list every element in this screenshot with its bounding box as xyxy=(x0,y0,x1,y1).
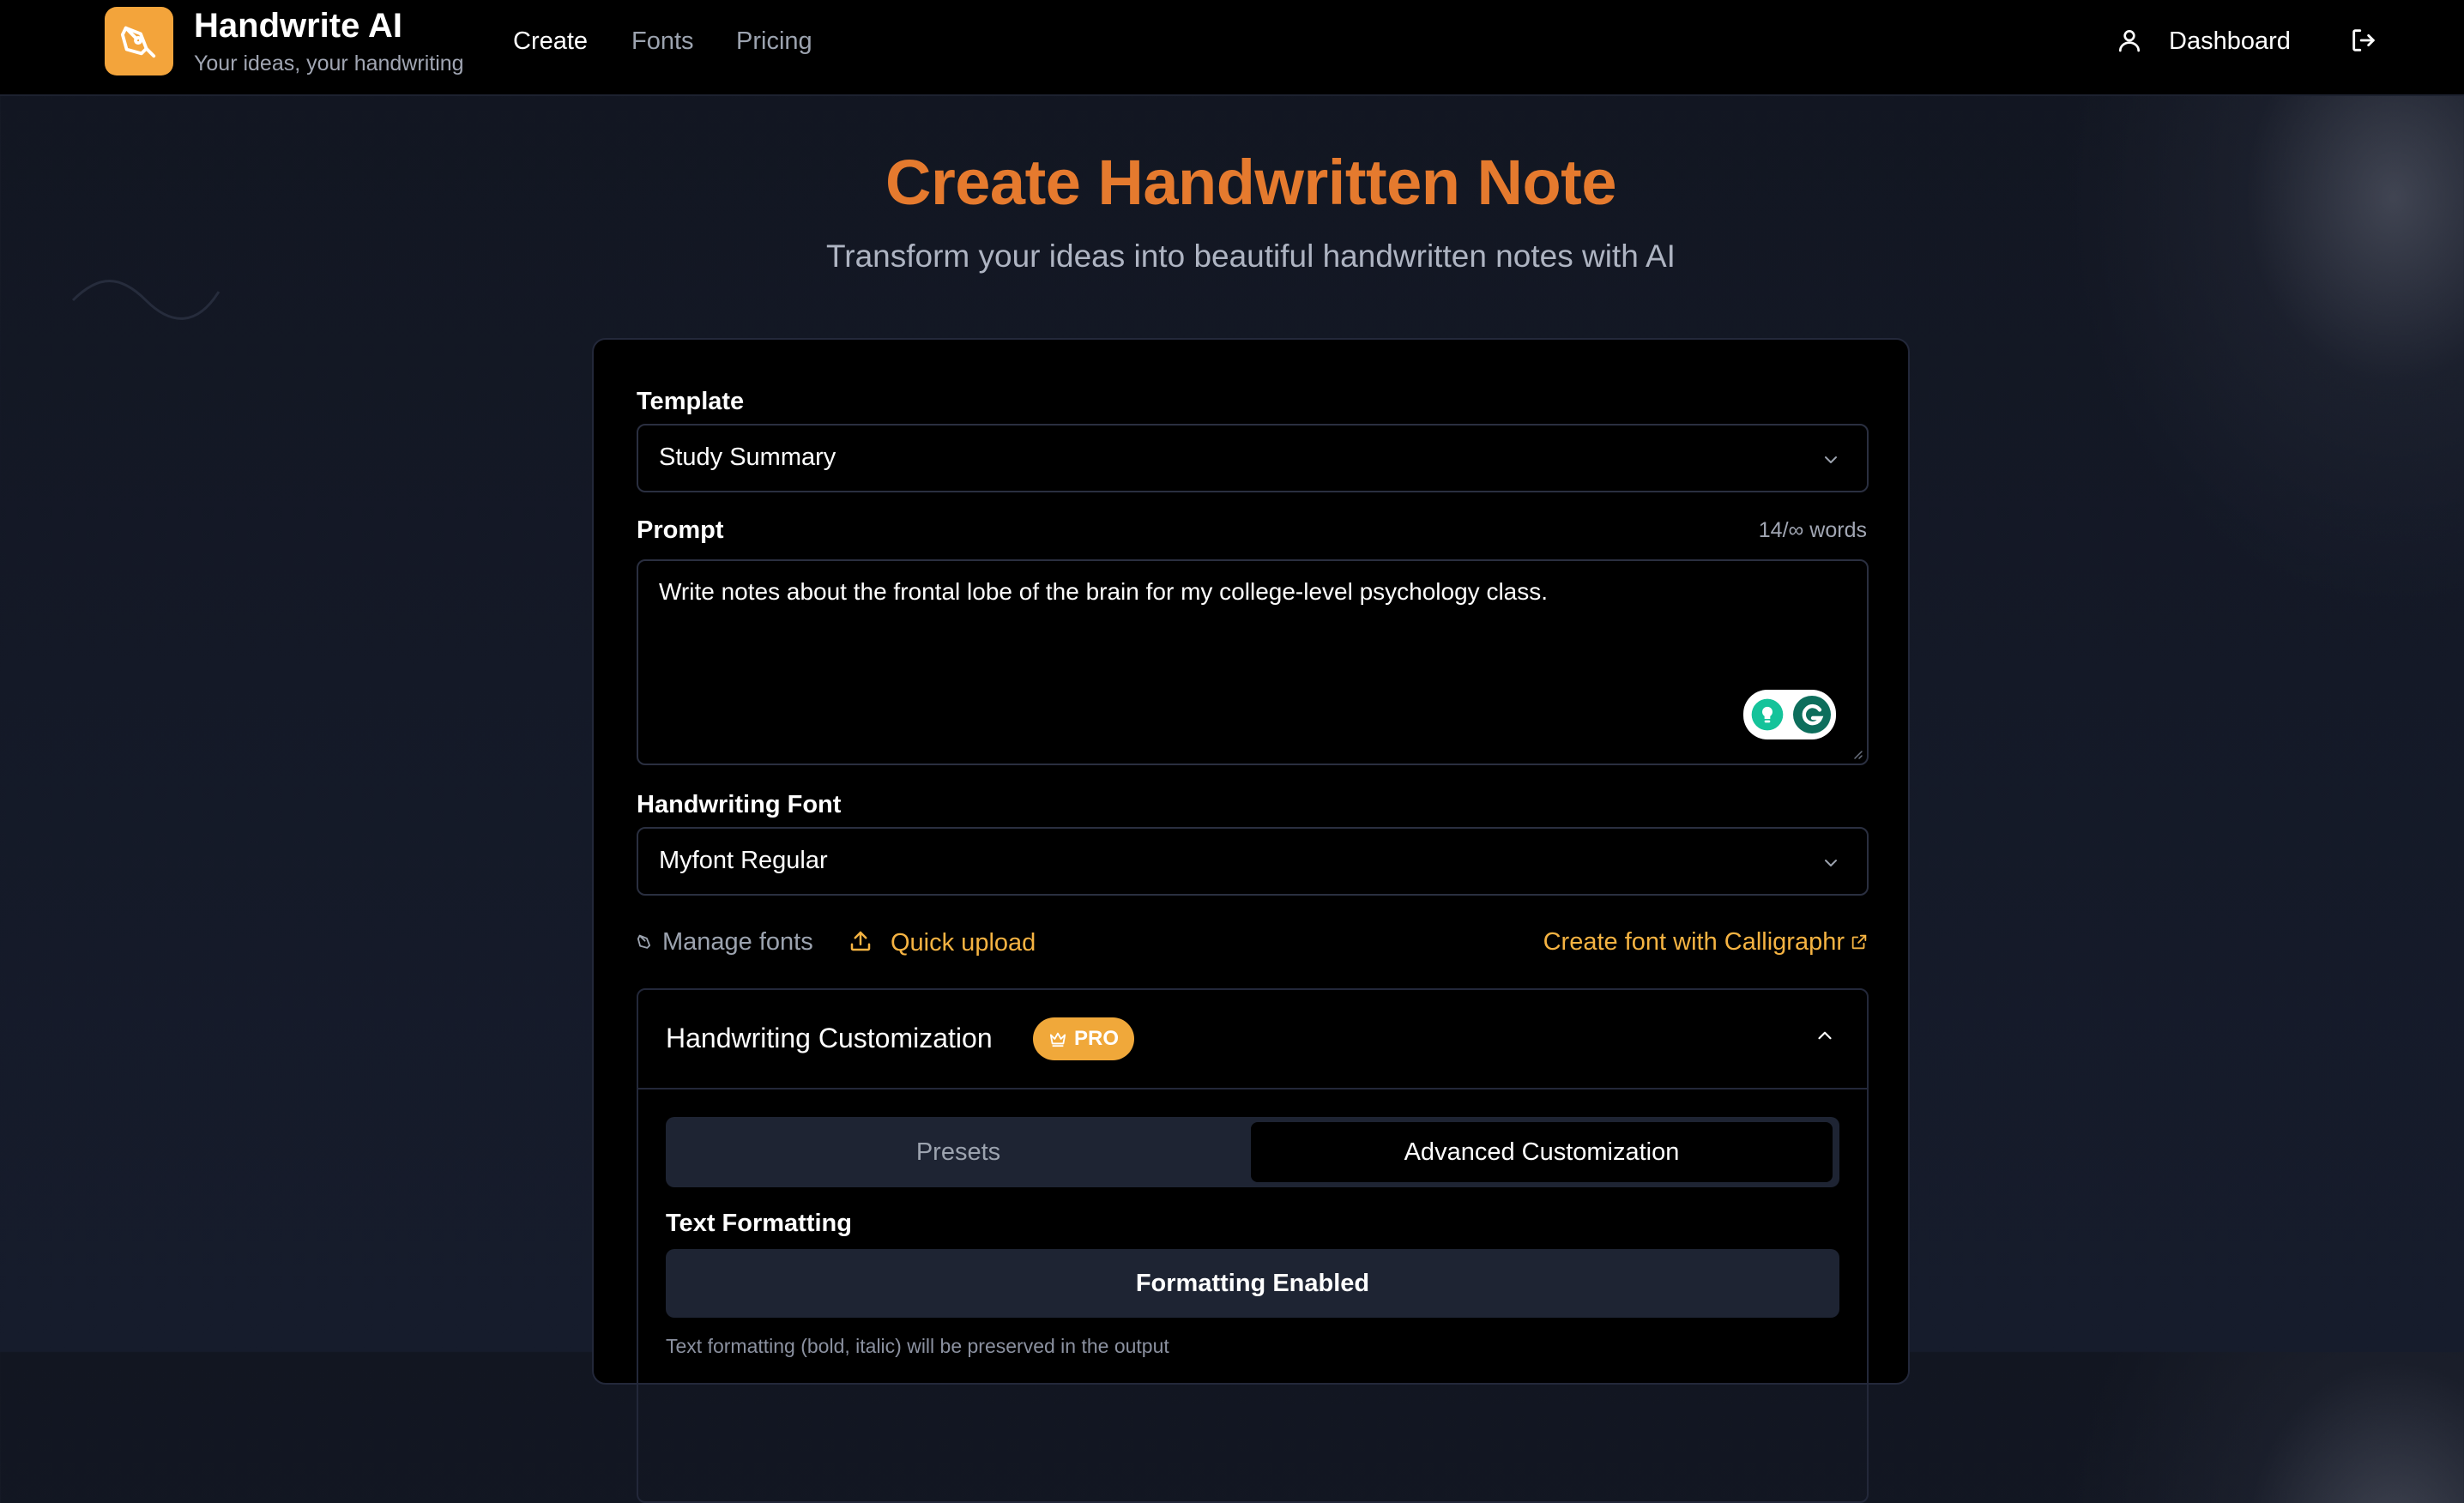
template-select[interactable]: Study Summary xyxy=(637,424,1869,492)
prompt-label: Prompt xyxy=(637,516,724,544)
pro-badge-label: PRO xyxy=(1073,1027,1119,1050)
external-link-icon xyxy=(1851,934,1867,950)
nav-pricing[interactable]: Pricing xyxy=(736,27,812,56)
chevron-down-icon xyxy=(1825,456,1837,463)
template-select-value: Study Summary xyxy=(659,444,836,471)
text-formatting-label: Text Formatting xyxy=(666,1210,852,1237)
font-actions: Manage fonts Quick upload Create font wi… xyxy=(637,928,1869,963)
customization-title: Handwriting Customization xyxy=(666,1023,993,1053)
top-navigation: Handwrite AI Your ideas, your handwritin… xyxy=(0,0,2464,96)
page-subtitle: Transform your ideas into beautiful hand… xyxy=(826,238,1676,274)
template-label: Template xyxy=(637,388,745,415)
pen-nib-icon xyxy=(120,26,156,58)
crown-icon xyxy=(1049,1032,1066,1047)
dashboard-link[interactable]: Dashboard xyxy=(2169,27,2291,56)
font-label: Handwriting Font xyxy=(637,791,842,818)
grammarly-widget[interactable] xyxy=(1743,690,1836,739)
upload-icon xyxy=(850,931,871,951)
customization-tabs: Presets Advanced Customization xyxy=(666,1117,1839,1187)
grammarly-logo-icon xyxy=(1793,696,1831,733)
formatting-toggle-button[interactable]: Formatting Enabled xyxy=(666,1249,1839,1318)
customization-header[interactable]: Handwriting Customization PRO xyxy=(638,990,1867,1090)
handwriting-customization-panel: Handwriting Customization PRO Presets Ad… xyxy=(637,988,1869,1503)
brand-tagline: Your ideas, your handwriting xyxy=(194,51,464,75)
chevron-up-icon[interactable] xyxy=(1814,1024,1836,1047)
font-select-value: Myfont Regular xyxy=(659,847,828,874)
manage-fonts-label: Manage fonts xyxy=(662,928,813,956)
formatting-note: Text formatting (bold, italic) will be p… xyxy=(666,1335,1169,1357)
page-title: Create Handwritten Note xyxy=(885,147,1616,218)
logout-icon[interactable] xyxy=(2349,26,2378,55)
prompt-text: Write notes about the frontal lobe of th… xyxy=(659,578,1549,605)
prompt-textarea[interactable]: Write notes about the frontal lobe of th… xyxy=(637,559,1869,765)
user-icon xyxy=(2119,30,2140,52)
lightbulb-icon xyxy=(1751,698,1784,731)
tab-presets[interactable]: Presets xyxy=(671,1122,1246,1182)
calligraphr-link[interactable]: Create font with Calligraphr xyxy=(1543,928,1869,957)
chevron-down-icon xyxy=(1825,860,1837,866)
brand-logo[interactable] xyxy=(105,7,173,75)
create-note-card: Template Study Summary Prompt 14/∞ words… xyxy=(592,338,1910,1503)
pen-icon xyxy=(637,934,651,949)
quick-upload-label: Quick upload xyxy=(891,929,1036,957)
pro-badge: PRO xyxy=(1033,1017,1134,1060)
brand-title: Handwrite AI xyxy=(194,7,402,45)
tab-advanced-customization[interactable]: Advanced Customization xyxy=(1251,1122,1833,1182)
decorative-squiggle xyxy=(71,280,220,320)
calligraphr-label: Create font with Calligraphr xyxy=(1543,928,1845,956)
resize-handle-icon[interactable] xyxy=(1850,746,1863,760)
nav-fonts[interactable]: Fonts xyxy=(631,27,694,56)
quick-upload-button[interactable]: Quick upload xyxy=(848,928,1036,957)
manage-fonts-link[interactable]: Manage fonts xyxy=(637,928,813,957)
word-count: 14/∞ words xyxy=(1758,518,1867,542)
font-select[interactable]: Myfont Regular xyxy=(637,827,1869,896)
nav-create[interactable]: Create xyxy=(513,27,588,56)
